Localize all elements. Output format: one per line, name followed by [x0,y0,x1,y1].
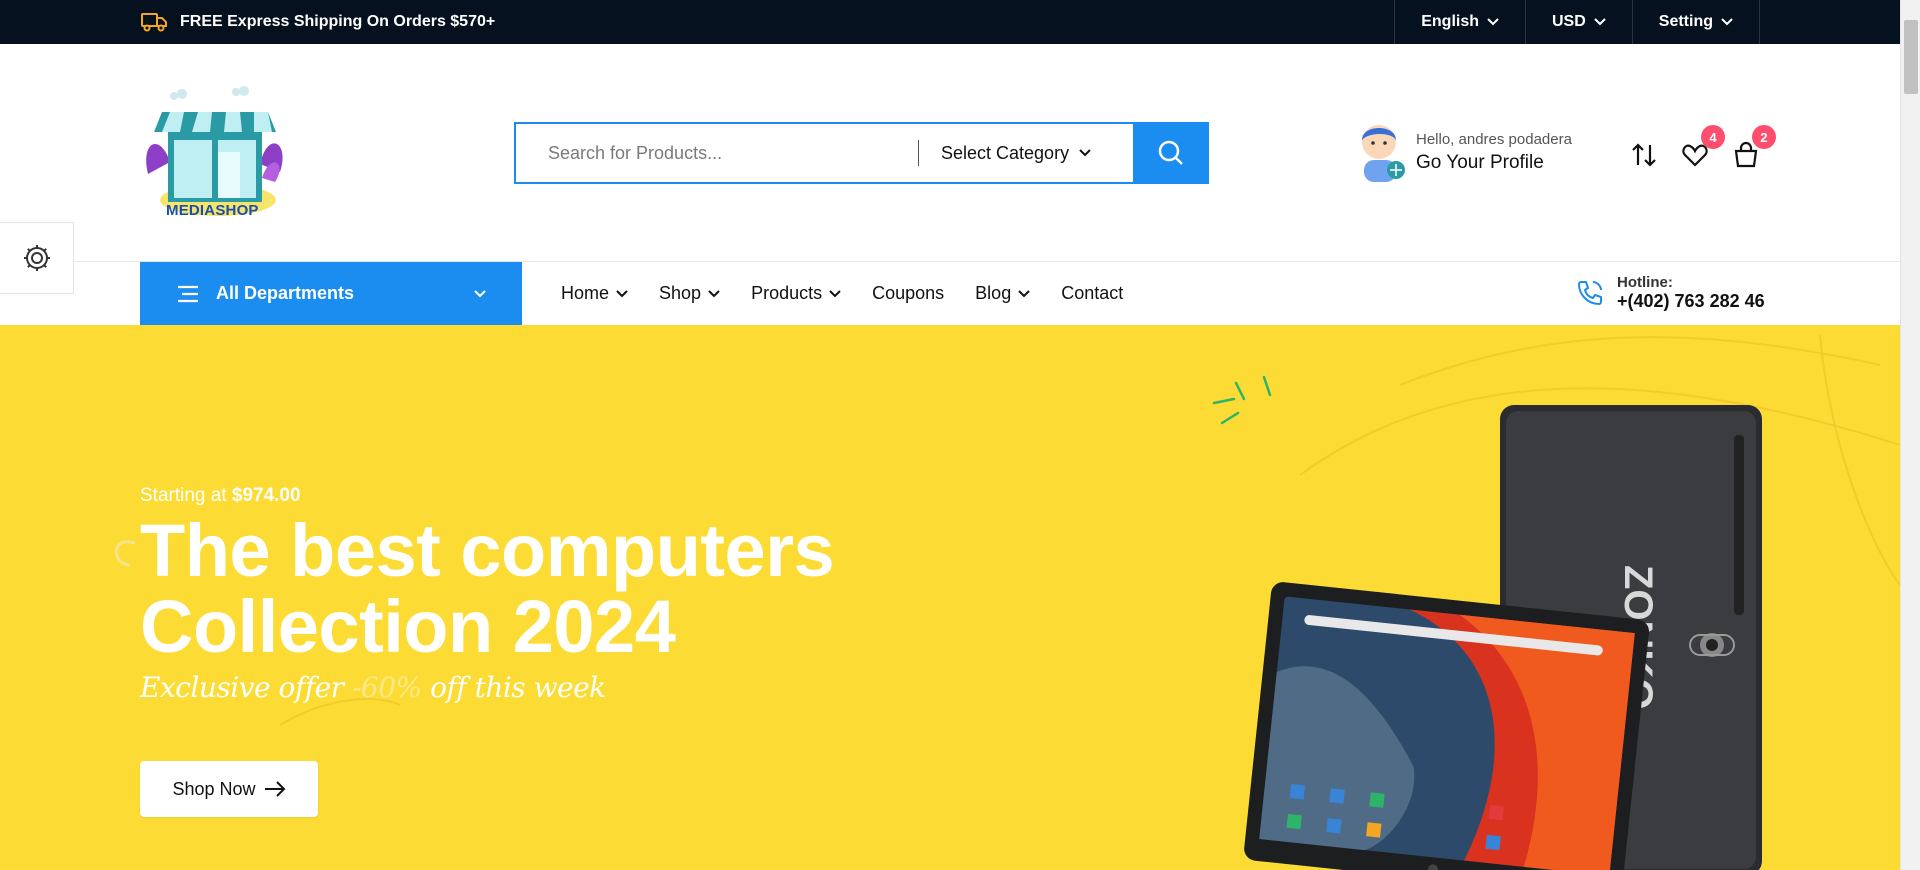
hero-banner: ZONKO Starting at $974.00 The best compu… [0,325,1900,870]
chevron-down-icon [1721,18,1733,26]
compare-button[interactable] [1628,139,1660,171]
chevron-down-icon [1594,18,1606,26]
arrow-right-icon [264,781,285,797]
menu-icon [178,285,198,302]
avatar [1362,125,1405,182]
nav-item-shop[interactable]: Shop [659,283,720,304]
hotline-number: +(402) 763 282 46 [1617,291,1765,311]
site-header: MEDIASHOP Select Category Hello, andres … [0,44,1900,262]
main-nav: All Departments Home Shop Products Coupo… [0,262,1900,325]
nav-item-label: Home [561,283,610,303]
shipping-notice: FREE Express Shipping On Orders $570+ [140,0,495,44]
top-bar: FREE Express Shipping On Orders $570+ En… [0,0,1900,44]
search-input[interactable] [516,124,918,182]
nav-item-products[interactable]: Products [751,283,841,304]
nav-item-label: Shop [659,283,702,303]
category-label: Select Category [941,142,1070,163]
wishlist-count-badge: 4 [1701,125,1725,149]
starting-price: $974.00 [231,485,301,506]
offer-prefix: Exclusive offer [140,671,344,704]
settings-panel-toggle[interactable] [0,222,74,294]
nav-item-blog[interactable]: Blog [975,283,1030,304]
chevron-down-icon [474,289,486,297]
nav-item-coupons[interactable]: Coupons [872,283,944,304]
search-button[interactable] [1133,122,1209,184]
compare-icon [1632,143,1656,167]
page-scrollbar[interactable] [1900,0,1920,870]
currency-label: USD [1552,13,1586,30]
nav-item-label: Contact [1061,283,1124,303]
offer-suffix: off this week [430,671,606,704]
all-departments-button[interactable]: All Departments [140,262,522,325]
category-select[interactable]: Select Category [919,124,1133,182]
shop-now-button[interactable]: Shop Now [140,761,318,817]
nav-menu: Home Shop Products Coupons Blog Contact [561,262,1123,325]
search-icon [1158,140,1183,165]
user-profile[interactable]: Hello, andres podadera Go Your Profile [1354,120,1572,184]
scrollbar-thumb[interactable] [1904,20,1918,94]
gear-icon [23,245,50,271]
setting-label: Setting [1658,13,1713,30]
nav-item-home[interactable]: Home [561,283,628,304]
chevron-down-icon [1018,289,1030,297]
store-logo-icon [146,86,283,216]
truck-icon [141,13,167,32]
tablet-front [1244,582,1649,870]
setting-selector[interactable]: Setting [1631,0,1760,44]
nav-item-contact[interactable]: Contact [1061,283,1123,304]
offer-percent: -60% [351,671,422,704]
hero-title-line2: Collection 2024 [140,585,676,668]
logo-text: MEDIASHOP [166,202,259,219]
hero-offer: Exclusive offer -60% off this week [140,671,606,704]
chevron-down-icon [708,289,720,297]
language-selector[interactable]: English [1394,0,1525,44]
shipping-text: FREE Express Shipping On Orders $570+ [180,13,496,30]
hero-title-line1: The best computers [140,509,835,592]
chevron-down-icon [1079,149,1091,157]
wishlist-button[interactable]: 4 [1679,125,1725,171]
hotline[interactable]: Hotline: +(402) 763 282 46 [1575,274,1765,312]
hero-starting-price: Starting at $974.00 [140,485,301,507]
cart-count-badge: 2 [1752,125,1776,149]
nav-item-label: Blog [975,283,1012,303]
search-bar: Select Category [514,122,1209,184]
shop-now-label: Shop Now [172,778,256,799]
currency-selector[interactable]: USD [1525,0,1632,44]
site-logo[interactable] [140,82,290,222]
language-label: English [1421,13,1479,30]
nav-item-label: Coupons [872,283,945,303]
profile-greeting: Hello, andres podadera [1416,130,1572,148]
hero-title: The best computers Collection 2024 [140,513,835,668]
hotline-label: Hotline: [1617,274,1673,291]
cart-button[interactable]: 2 [1730,125,1776,171]
phone-icon [1577,281,1602,306]
chevron-down-icon [1487,18,1499,26]
profile-link[interactable]: Go Your Profile [1416,152,1572,174]
starting-prefix: Starting at [140,485,227,506]
chevron-down-icon [829,289,841,297]
chevron-down-icon [616,289,628,297]
nav-item-label: Products [751,283,823,303]
departments-label: All Departments [216,283,355,303]
